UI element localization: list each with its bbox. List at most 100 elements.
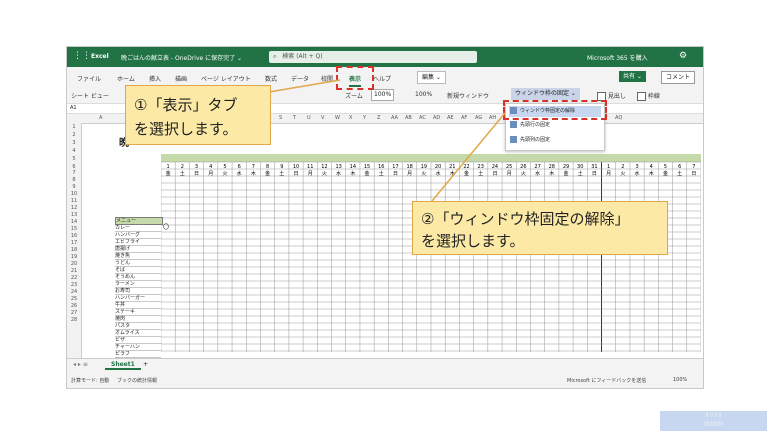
row-header[interactable]: 7: [68, 170, 80, 176]
food-item[interactable]: チャーハン: [115, 344, 161, 351]
row-header[interactable]: 21: [68, 268, 80, 274]
workbook-stats[interactable]: ブックの統計情報: [117, 377, 157, 384]
row-header[interactable]: 27: [68, 310, 80, 316]
tab-review[interactable]: 校閲: [321, 74, 333, 83]
row-header[interactable]: 15: [68, 226, 80, 232]
menu-item-freeze-first-col[interactable]: 先頭列の固定: [509, 135, 601, 146]
sheet-nav-icon[interactable]: ◂ ▸ ≡: [73, 361, 88, 368]
food-item[interactable]: 焼き魚: [115, 253, 161, 260]
column-header[interactable]: AF: [461, 115, 467, 121]
food-item[interactable]: ピラフ: [115, 351, 161, 358]
row-header[interactable]: 5: [68, 156, 80, 162]
column-header[interactable]: AQ: [615, 115, 622, 121]
row-header[interactable]: 19: [68, 254, 80, 260]
search-box[interactable]: ⌕ 検索 (Alt + Q): [269, 51, 477, 63]
food-item[interactable]: カレー: [115, 225, 161, 232]
freeze-panes-button[interactable]: ウィンドウ枠の固定 ⌄: [511, 88, 580, 100]
feedback-link[interactable]: Microsoft にフィードバックを送信: [567, 377, 646, 384]
row-header[interactable]: 3: [68, 140, 80, 146]
column-header[interactable]: Z: [377, 115, 380, 121]
row-header[interactable]: 17: [68, 240, 80, 246]
food-item[interactable]: エビフライ: [115, 239, 161, 246]
add-sheet-button[interactable]: +: [143, 361, 148, 368]
food-item[interactable]: ラーメン: [115, 281, 161, 288]
row-header[interactable]: 22: [68, 275, 80, 281]
row-header[interactable]: 14: [68, 219, 80, 225]
edit-mode-button[interactable]: 編集 ⌄: [417, 71, 446, 84]
column-header[interactable]: AH: [489, 115, 496, 121]
tab-help[interactable]: ヘルプ: [373, 74, 391, 83]
gridlines-checkbox[interactable]: [637, 92, 646, 101]
row-header[interactable]: 16: [68, 233, 80, 239]
food-item[interactable]: 唐揚げ: [115, 246, 161, 253]
column-header[interactable]: AG: [475, 115, 482, 121]
tab-page-layout[interactable]: ページ レイアウト: [201, 74, 251, 83]
new-window-button[interactable]: 新規ウィンドウ: [447, 91, 489, 100]
food-item[interactable]: パスタ: [115, 323, 161, 330]
tab-draw[interactable]: 描画: [175, 74, 187, 83]
comment-button[interactable]: コメント: [661, 71, 696, 84]
food-item[interactable]: そば: [115, 267, 161, 274]
status-zoom[interactable]: 100%: [673, 377, 687, 383]
app-launcher-icon[interactable]: ⋮⋮: [73, 52, 91, 61]
gear-icon[interactable]: ⚙: [679, 51, 687, 61]
zoom-100-button[interactable]: 100%: [415, 91, 432, 98]
sheet-tab-sheet1[interactable]: Sheet1: [105, 361, 141, 370]
column-header[interactable]: W: [335, 115, 340, 121]
callout-step2-line2: を選択します。: [421, 232, 525, 250]
food-item[interactable]: 牛丼: [115, 302, 161, 309]
gridlines-toggle[interactable]: 枠線: [637, 91, 660, 101]
food-item[interactable]: うどん: [115, 260, 161, 267]
column-header[interactable]: X: [349, 115, 352, 121]
tab-home[interactable]: ホーム: [117, 74, 135, 83]
column-header[interactable]: AA: [391, 115, 398, 121]
row-header[interactable]: 1: [68, 124, 80, 130]
column-header[interactable]: A: [99, 115, 102, 121]
column-header[interactable]: Y: [363, 115, 366, 121]
document-title[interactable]: 晩ごはんの献立表 - OneDrive に保存完了 ⌄: [121, 53, 242, 62]
food-item[interactable]: お寿司: [115, 288, 161, 295]
row-header[interactable]: 25: [68, 296, 80, 302]
sheet-view-label[interactable]: シート ビュー: [71, 91, 109, 100]
row-header[interactable]: 28: [68, 317, 80, 323]
row-header[interactable]: 23: [68, 282, 80, 288]
row-header[interactable]: 2: [68, 132, 80, 138]
buy-m365-link[interactable]: Microsoft 365 を購入: [587, 53, 648, 62]
column-header[interactable]: AE: [447, 115, 454, 121]
tab-formulas[interactable]: 数式: [265, 74, 277, 83]
share-button[interactable]: 共有 ⌄: [619, 71, 646, 82]
food-item[interactable]: ハンバーガー: [115, 295, 161, 302]
row-header[interactable]: 8: [68, 177, 80, 183]
column-header[interactable]: V: [321, 115, 324, 121]
row-header[interactable]: 26: [68, 303, 80, 309]
row-header[interactable]: 11: [68, 198, 80, 204]
column-header[interactable]: S: [279, 115, 282, 121]
day-number: 16: [378, 164, 384, 170]
row-header[interactable]: 9: [68, 184, 80, 190]
row-header[interactable]: 20: [68, 261, 80, 267]
food-item[interactable]: ハンバーグ: [115, 232, 161, 239]
row-header[interactable]: 18: [68, 247, 80, 253]
food-item[interactable]: そうめん: [115, 274, 161, 281]
row-header[interactable]: 10: [68, 191, 80, 197]
food-item[interactable]: オムライス: [115, 330, 161, 337]
menu-item-freeze-top-row[interactable]: 先頭行の固定: [509, 120, 601, 131]
column-header[interactable]: AD: [433, 115, 440, 121]
zoom-select[interactable]: 100%: [371, 89, 395, 101]
column-header[interactable]: U: [307, 115, 311, 121]
row-header[interactable]: 24: [68, 289, 80, 295]
row-header[interactable]: 4: [68, 148, 80, 154]
column-header[interactable]: AC: [419, 115, 426, 121]
name-box[interactable]: A1: [70, 105, 77, 111]
column-header[interactable]: T: [293, 115, 296, 121]
tab-file[interactable]: ファイル: [77, 74, 101, 83]
food-item[interactable]: ピザ: [115, 337, 161, 344]
tab-insert[interactable]: 挿入: [149, 74, 161, 83]
food-item[interactable]: 焼肉: [115, 316, 161, 323]
food-item[interactable]: ステーキ: [115, 309, 161, 316]
row-header[interactable]: 13: [68, 212, 80, 218]
tab-data[interactable]: データ: [291, 74, 309, 83]
column-header[interactable]: AB: [405, 115, 412, 121]
row-header[interactable]: 12: [68, 205, 80, 211]
title-bar: ⋮⋮ Excel 晩ごはんの献立表 - OneDrive に保存完了 ⌄ ⌕ 検…: [67, 47, 703, 67]
